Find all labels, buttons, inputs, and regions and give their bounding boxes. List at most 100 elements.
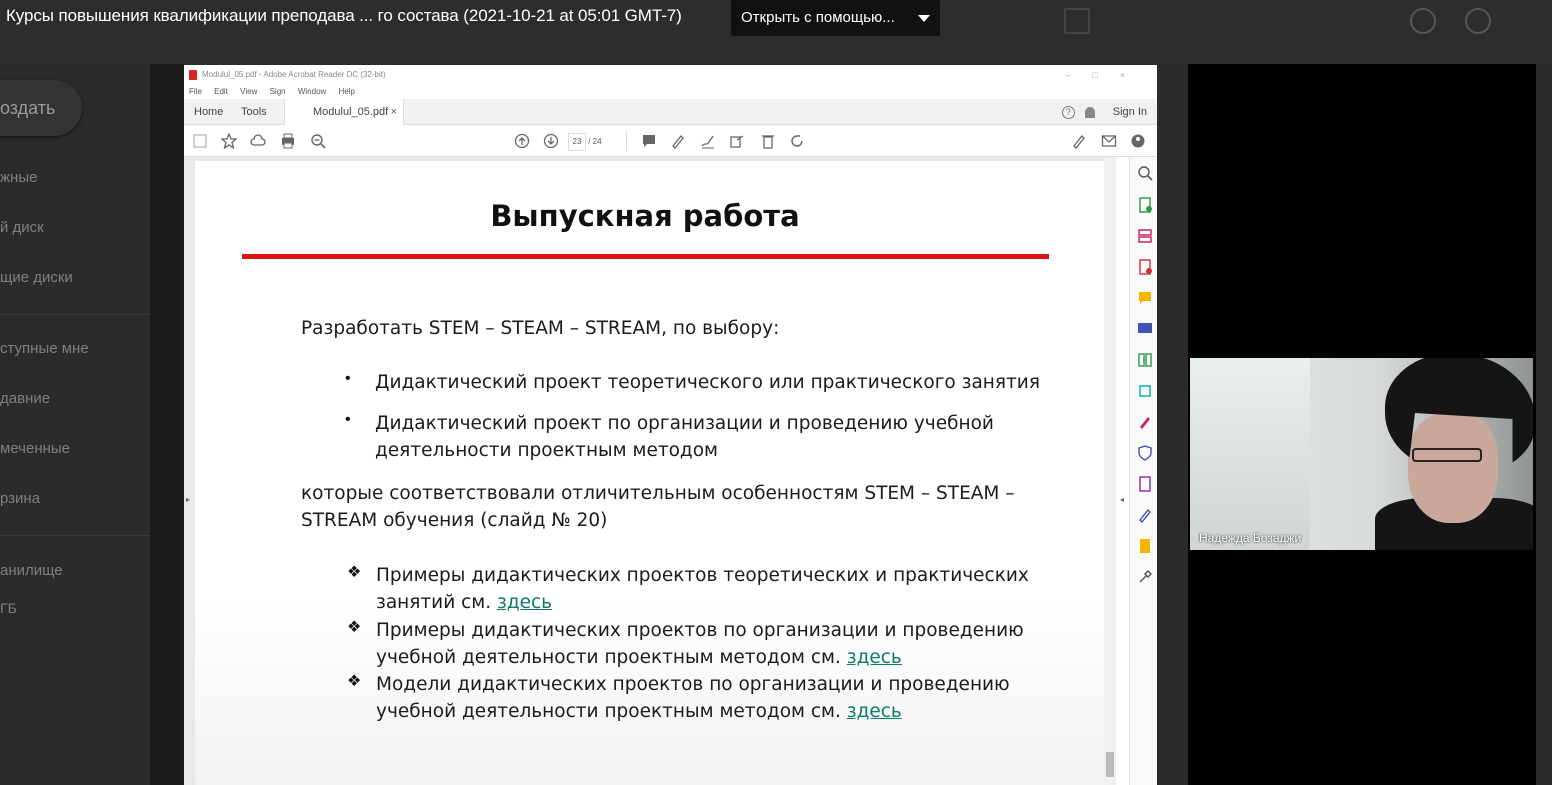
- send-track-icon[interactable]: [1137, 538, 1153, 554]
- storage-usage: ГБ: [0, 600, 17, 616]
- sidebar-item-storage[interactable]: анилище: [0, 562, 63, 579]
- window-controls[interactable]: –□×: [1065, 65, 1147, 85]
- vertical-scrollbar[interactable]: [1104, 157, 1116, 785]
- bullet-2-line1: Дидактический проект по организации и пр…: [375, 413, 994, 434]
- participant-video: Надежда Бозаджи: [1190, 358, 1533, 550]
- menu-file[interactable]: File: [189, 87, 202, 96]
- conclusion-line1: которые соответствовали отличительным ос…: [301, 483, 1015, 504]
- example-3-link[interactable]: здесь: [847, 701, 902, 722]
- menu-help[interactable]: Help: [339, 87, 355, 96]
- acrobat-menubar: File Edit View Sign Window Help: [184, 85, 1157, 99]
- acrobat-window-title: Modulul_05.pdf - Adobe Acrobat Reader DC…: [202, 70, 386, 79]
- right-panel-toggle-icon[interactable]: ◂: [1120, 495, 1124, 504]
- toolbar-separator: [626, 131, 627, 151]
- document-area[interactable]: Выпускная работа Разработать STEM – STEA…: [184, 157, 1114, 785]
- add-user-icon[interactable]: [1129, 132, 1147, 150]
- sidebar-item-starred[interactable]: меченные: [0, 440, 70, 457]
- create-pdf-icon[interactable]: [1137, 259, 1153, 275]
- chevron-down-icon: [918, 15, 930, 22]
- video-person: [1412, 448, 1482, 462]
- acrobat-window: Modulul_05.pdf - Adobe Acrobat Reader DC…: [184, 65, 1157, 785]
- comment-tool-icon[interactable]: [1137, 290, 1153, 306]
- video-background: [1190, 358, 1310, 550]
- sidebar-item-shared-with-me[interactable]: ступные мне: [0, 340, 89, 357]
- request-signature-icon[interactable]: [1137, 507, 1153, 524]
- open-with-button[interactable]: Открыть с помощью...: [731, 0, 940, 36]
- tab-document[interactable]: Modulul_05.pdf ×: [284, 99, 404, 125]
- menu-edit[interactable]: Edit: [214, 87, 228, 96]
- drive-right-edge: [1536, 64, 1552, 785]
- tools-pane: ◂: [1120, 157, 1157, 785]
- help-icon[interactable]: ?: [1061, 105, 1075, 119]
- sidebar-item-trash[interactable]: рзина: [0, 490, 40, 507]
- tab-home[interactable]: Home: [194, 99, 223, 125]
- fill-sign-tool-icon[interactable]: [1137, 414, 1153, 430]
- open-with-label: Открыть с помощью...: [741, 9, 895, 26]
- current-page[interactable]: 23: [568, 133, 586, 151]
- diamond-bullet-icon: ❖: [347, 564, 362, 581]
- protect-icon[interactable]: [1137, 445, 1153, 461]
- more-tools-icon[interactable]: [1137, 569, 1153, 585]
- settings-icon[interactable]: [1465, 8, 1491, 34]
- acrobat-toolbar: 23 / 24: [184, 125, 1157, 157]
- prepare-form-icon[interactable]: [1137, 476, 1153, 492]
- video-person: [1408, 413, 1498, 523]
- close-tab-icon[interactable]: ×: [391, 99, 397, 125]
- total-pages: / 24: [588, 137, 602, 146]
- page-up-icon[interactable]: [513, 132, 531, 150]
- scrollbar-thumb[interactable]: [1106, 752, 1114, 777]
- title-underline: [242, 254, 1049, 259]
- example-2-link[interactable]: здесь: [847, 647, 902, 668]
- sidebar-item-my-drive[interactable]: й диск: [0, 219, 44, 236]
- compare-icon[interactable]: [1137, 352, 1153, 368]
- save-icon[interactable]: [191, 132, 209, 150]
- scan-ocr-icon[interactable]: [1137, 383, 1153, 399]
- slide-title: Выпускная работа: [490, 199, 800, 233]
- example-2-line1: Примеры дидактических проектов по органи…: [376, 620, 1024, 641]
- send-review-icon[interactable]: [1137, 321, 1153, 337]
- example-2-text: учебной деятельности проектным методом с…: [376, 647, 847, 668]
- filter-icon[interactable]: [1064, 8, 1090, 34]
- sidebar-item-shared-drives[interactable]: щие диски: [0, 269, 73, 286]
- preview-file-title: Курсы повышения квалификации преподава .…: [6, 6, 682, 25]
- cloud-upload-icon[interactable]: [249, 132, 267, 150]
- menu-view[interactable]: View: [240, 87, 257, 96]
- sidebar-divider: [0, 535, 150, 536]
- sign-in-link[interactable]: Sign In: [1113, 106, 1147, 118]
- example-3-text: учебной деятельности проектным методом с…: [376, 701, 847, 722]
- bell-icon[interactable]: [1084, 106, 1095, 118]
- tabbar-right: ? Sign In: [1061, 99, 1147, 125]
- star-icon[interactable]: [220, 132, 238, 150]
- menu-window[interactable]: Window: [298, 87, 326, 96]
- fill-sign-icon[interactable]: [1070, 132, 1088, 150]
- bullet-dot: •: [345, 411, 351, 428]
- organize-pages-icon[interactable]: [1137, 228, 1153, 244]
- menu-sign[interactable]: Sign: [270, 87, 286, 96]
- export-pdf-icon[interactable]: [1137, 197, 1153, 213]
- create-button[interactable]: оздать: [0, 80, 82, 136]
- left-panel-toggle-icon[interactable]: ▸: [186, 495, 190, 504]
- delete-icon[interactable]: [759, 132, 777, 150]
- page-indicator[interactable]: 23 / 24: [568, 133, 612, 151]
- page-down-icon[interactable]: [542, 132, 560, 150]
- participant-name: Надежда Бозаджи: [1199, 531, 1302, 545]
- example-1-link[interactable]: здесь: [497, 592, 552, 613]
- tab-document-label: Modulul_05.pdf: [313, 106, 389, 118]
- print-icon[interactable]: [279, 132, 297, 150]
- share-icon[interactable]: [728, 132, 746, 150]
- sign-icon[interactable]: [699, 132, 717, 150]
- email-icon[interactable]: [1100, 132, 1118, 150]
- rotate-icon[interactable]: [788, 132, 806, 150]
- sidebar-item-priority[interactable]: жные: [0, 169, 37, 186]
- highlight-pen-icon[interactable]: [669, 132, 687, 150]
- zoom-in-icon[interactable]: [1137, 165, 1153, 181]
- comment-icon[interactable]: [640, 132, 658, 150]
- pdf-app-icon: [189, 70, 197, 80]
- sidebar-item-recent[interactable]: давние: [0, 390, 50, 407]
- tab-tools[interactable]: Tools: [241, 99, 267, 125]
- example-3-line1: Модели дидактических проектов по организ…: [376, 674, 1010, 695]
- acrobat-tabbar: Home Tools Modulul_05.pdf × ? Sign In: [184, 99, 1157, 125]
- zoom-out-icon[interactable]: [309, 132, 327, 150]
- help-icon[interactable]: [1410, 8, 1436, 34]
- example-1-line1: Примеры дидактических проектов теоретиче…: [376, 565, 1029, 586]
